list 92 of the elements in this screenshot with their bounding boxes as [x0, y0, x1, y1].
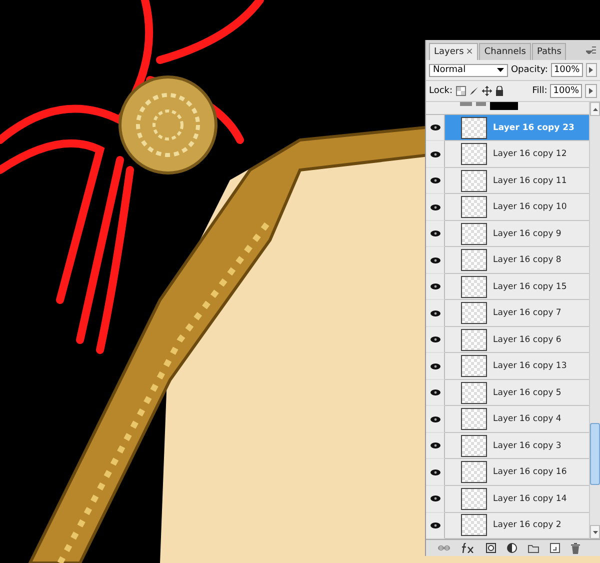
- panel-menu-icon[interactable]: [586, 46, 596, 54]
- link-icon[interactable]: [438, 545, 450, 551]
- layer-name: Layer 16 copy 9: [493, 228, 562, 239]
- eye-icon: [430, 124, 440, 132]
- layer-row[interactable]: Layer 16 copy 9: [445, 220, 589, 248]
- layer-row[interactable]: Layer 16 copy 15: [445, 274, 589, 300]
- layer-name: Layer 16 copy 11: [493, 176, 567, 186]
- eye-icon: [430, 230, 440, 238]
- lock-label: Lock:: [429, 86, 453, 96]
- transparent-thumbnail: [461, 276, 487, 298]
- mask-thumbnail: [490, 102, 518, 110]
- panel-tab[interactable]: Paths: [532, 43, 566, 60]
- transparent-thumbnail: [461, 408, 487, 430]
- close-icon[interactable]: ×: [466, 47, 474, 57]
- layer-name: Layer 16 copy 15: [493, 282, 567, 292]
- fill-field[interactable]: 100%: [550, 84, 582, 98]
- transparent-thumbnail: [461, 170, 487, 192]
- transparent-thumbnail: [461, 434, 487, 457]
- layer-name: Layer 16 copy 14: [493, 494, 567, 504]
- panel-tab[interactable]: Layers ×: [429, 43, 478, 60]
- caret-icon: [496, 68, 504, 72]
- transparent-thumbnail: [461, 488, 487, 510]
- layer-row[interactable]: Layer 16 copy 6: [445, 326, 589, 354]
- layer-name: Layer 16 copy 4: [493, 414, 562, 424]
- eye-icon: [430, 495, 440, 502]
- layer-name: Layer 16 copy 10: [493, 202, 567, 212]
- padlock-icon[interactable]: [494, 86, 504, 96]
- blend-mode-dropdown[interactable]: Normal: [429, 64, 508, 76]
- new-layer-icon[interactable]: [550, 543, 560, 553]
- eye-icon: [430, 416, 440, 423]
- mask-icon[interactable]: [486, 543, 496, 553]
- layer-row[interactable]: Layer 16 copy 4: [445, 406, 589, 433]
- layer-name: Layer 16 copy 5: [493, 388, 562, 398]
- layer-row[interactable]: Layer 16 copy 12: [445, 141, 589, 168]
- transparent-thumbnail: [461, 222, 487, 245]
- eye-icon: [430, 204, 440, 211]
- eye-icon: [430, 362, 440, 370]
- layer-row[interactable]: Layer 16 copy 16: [445, 459, 589, 486]
- triangle-icon: [589, 67, 594, 73]
- fill-label: Fill:: [532, 86, 548, 96]
- half-circle-icon[interactable]: [506, 543, 517, 553]
- triangle-icon: [589, 88, 593, 94]
- eye-icon: [430, 389, 440, 396]
- layer-name: Layer 16 copy 23: [493, 122, 574, 133]
- transparent-thumbnail: [461, 355, 487, 378]
- layer-row[interactable]: Layer 16 copy 7: [445, 300, 589, 327]
- eye-icon: [430, 522, 440, 529]
- transparent-thumbnail: [461, 249, 487, 272]
- opacity-label: Opacity:: [510, 65, 548, 75]
- layer-name: Layer 16 copy 7: [493, 308, 562, 318]
- checkerboard-icon[interactable]: [456, 86, 466, 96]
- layer-name: Layer 16 copy 13: [493, 361, 567, 372]
- transparent-thumbnail: [461, 514, 487, 536]
- layer-name: Layer 16 copy 2: [493, 520, 562, 530]
- transparent-thumbnail: [461, 116, 487, 139]
- layer-row[interactable]: Layer 16 copy 2: [445, 512, 589, 539]
- opacity-field[interactable]: 100%: [550, 63, 583, 77]
- scrollbar-thumb[interactable]: [590, 423, 600, 485]
- layer-row[interactable]: Layer 16 copy 10: [445, 194, 589, 221]
- scrollbar[interactable]: [589, 102, 600, 539]
- layer-row[interactable]: Layer 16 copy 3: [445, 432, 589, 460]
- layer-row[interactable]: Layer 16 copy 13: [445, 353, 589, 380]
- layer-name: Layer 16 copy 12: [493, 149, 567, 160]
- eye-icon: [430, 150, 440, 158]
- transparent-thumbnail: [461, 196, 487, 218]
- arrow-button[interactable]: [585, 84, 597, 98]
- layer-row[interactable]: Layer 16 copy 11: [445, 168, 589, 194]
- eye-icon: [430, 283, 440, 290]
- eye-icon: [430, 177, 440, 184]
- trash-icon[interactable]: [571, 542, 580, 554]
- layer-name: Layer 16 copy 16: [493, 467, 567, 478]
- eye-icon: [430, 442, 440, 450]
- layer-name: Layer 16 copy 3: [493, 440, 562, 451]
- panel-tab[interactable]: Channels: [479, 43, 531, 60]
- layer-row[interactable]: Layer 16 copy 5: [445, 380, 589, 406]
- brush-icon[interactable]: [468, 86, 479, 96]
- layer-row[interactable]: Layer 16 copy 8: [445, 247, 589, 274]
- transparent-thumbnail: [461, 143, 487, 166]
- layer-name: Layer 16 copy 6: [493, 334, 562, 345]
- transparent-thumbnail: [461, 328, 487, 351]
- layer-row[interactable]: Layer 16 copy 14: [445, 486, 589, 513]
- eye-icon: [430, 310, 440, 317]
- eye-icon: [430, 256, 440, 264]
- fx-icon[interactable]: [460, 543, 475, 553]
- arrow-button[interactable]: [586, 63, 597, 77]
- move-icon[interactable]: [482, 86, 492, 96]
- transparent-thumbnail: [461, 461, 487, 484]
- transparent-thumbnail: [461, 382, 487, 404]
- transparent-thumbnail: [461, 302, 487, 324]
- eye-icon: [430, 336, 440, 344]
- eye-icon: [430, 468, 440, 476]
- layer-name: Layer 16 copy 8: [493, 255, 562, 266]
